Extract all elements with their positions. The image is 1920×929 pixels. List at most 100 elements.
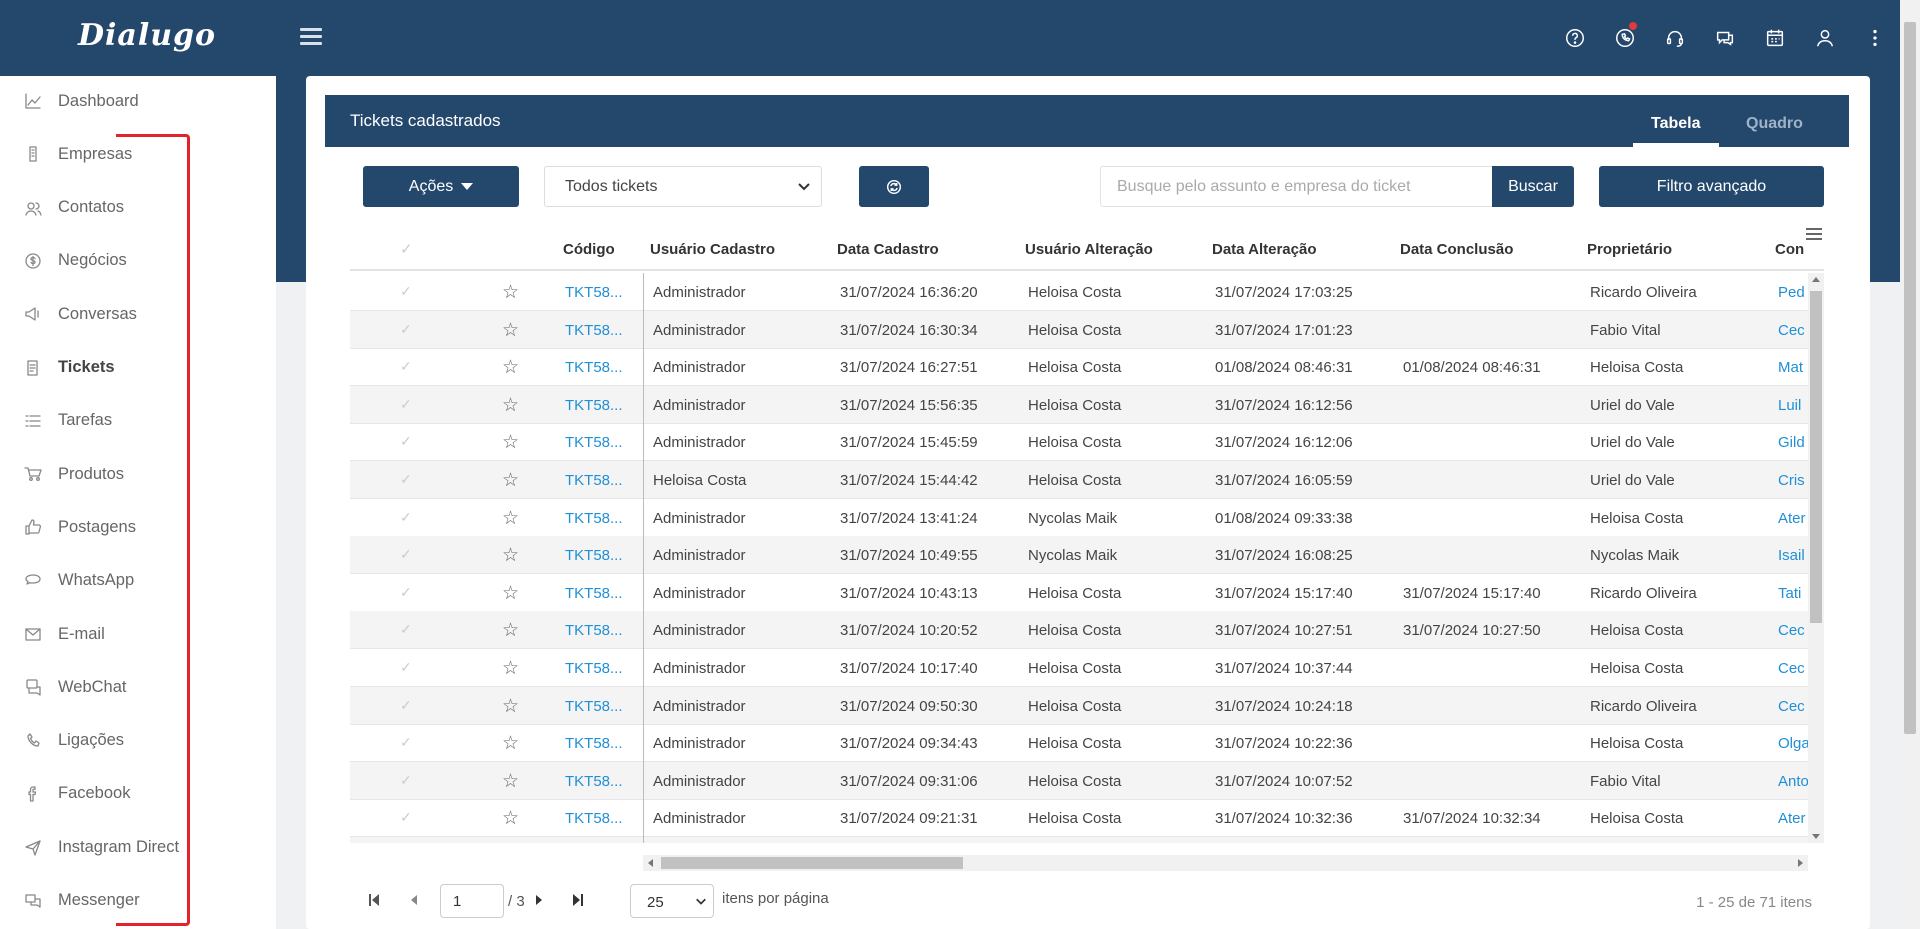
row-checkbox[interactable]: ✓ xyxy=(400,396,412,413)
cell-codigo[interactable]: TKT58... xyxy=(565,284,623,301)
row-checkbox[interactable]: ✓ xyxy=(400,546,412,563)
row-checkbox[interactable]: ✓ xyxy=(400,433,412,450)
tab-tabela[interactable]: Tabela xyxy=(1651,115,1701,133)
cell-contato[interactable]: Mat xyxy=(1778,359,1803,376)
last-page-icon[interactable] xyxy=(572,893,584,911)
table-row[interactable]: ✓ ☆ TKT58... Administrador 31/07/2024 13:41:… xyxy=(350,499,1824,537)
cell-codigo[interactable]: TKT58... xyxy=(565,735,623,752)
table-row[interactable]: ✓☆TKT58...Administrador31/07/2024 09:19:… xyxy=(350,837,1824,843)
more-icon[interactable] xyxy=(1850,0,1900,76)
table-row[interactable]: ✓ ☆ TKT58... Administrador 31/07/2024 10:17:… xyxy=(350,649,1824,687)
cell-codigo[interactable]: TKT58... xyxy=(565,773,623,790)
col-codigo[interactable]: Código xyxy=(563,241,615,258)
page-scrollbar[interactable] xyxy=(1900,0,1920,929)
advanced-filter-button[interactable]: Filtro avançado xyxy=(1599,166,1824,207)
cell-codigo[interactable]: TKT58... xyxy=(565,547,623,564)
cell-codigo[interactable]: TKT58... xyxy=(565,660,623,677)
table-row[interactable]: ✓ ☆ TKT58... Administrador 31/07/2024 10:43:… xyxy=(350,574,1824,612)
star-icon[interactable]: ☆ xyxy=(502,619,519,642)
row-checkbox[interactable]: ✓ xyxy=(400,321,412,338)
cell-codigo[interactable]: TKT58... xyxy=(565,510,623,527)
star-icon[interactable]: ☆ xyxy=(502,281,519,304)
row-checkbox[interactable]: ✓ xyxy=(400,509,412,526)
table-row[interactable]: ✓ ☆ TKT58... Administrador 31/07/2024 16:36:… xyxy=(350,273,1824,311)
col-data-conclusao[interactable]: Data Conclusão xyxy=(1400,241,1513,258)
star-icon[interactable]: ☆ xyxy=(502,657,519,680)
page-size-select[interactable]: 25 xyxy=(630,884,714,918)
cell-codigo[interactable]: TKT58... xyxy=(565,698,623,715)
table-row[interactable]: ✓ ☆ TKT58... Administrador 31/07/2024 16:30:… xyxy=(350,310,1824,349)
table-row[interactable]: ✓ ☆ TKT58... Administrador 31/07/2024 09:21:… xyxy=(350,799,1824,838)
cell-contato[interactable]: Gild xyxy=(1778,434,1805,451)
table-row[interactable]: ✓ ☆ TKT58... Administrador 31/07/2024 09:31:… xyxy=(350,761,1824,800)
cell-codigo[interactable]: TKT58... xyxy=(565,397,623,414)
cell-contato[interactable]: Luil xyxy=(1778,397,1801,414)
grid-vertical-scrollbar[interactable] xyxy=(1808,273,1824,843)
search-button[interactable]: Buscar xyxy=(1492,166,1574,207)
row-checkbox[interactable]: ✓ xyxy=(400,772,412,789)
cell-codigo[interactable]: TKT58... xyxy=(565,359,623,376)
row-checkbox[interactable]: ✓ xyxy=(400,584,412,601)
star-icon[interactable]: ☆ xyxy=(502,394,519,417)
col-usuario-cadastro[interactable]: Usuário Cadastro xyxy=(650,241,775,258)
grid-horizontal-scrollbar[interactable] xyxy=(643,855,1808,871)
phone-icon[interactable] xyxy=(1600,0,1650,76)
star-icon[interactable]: ☆ xyxy=(502,695,519,718)
star-icon[interactable]: ☆ xyxy=(502,770,519,793)
refresh-button[interactable] xyxy=(859,166,929,207)
cell-contato[interactable]: Tati xyxy=(1778,585,1801,602)
table-row[interactable]: ✓ ☆ TKT58... Administrador 31/07/2024 15:45:… xyxy=(350,423,1824,462)
cell-contato[interactable]: Cris xyxy=(1778,472,1805,489)
cell-codigo[interactable]: TKT58... xyxy=(565,434,623,451)
cell-contato[interactable]: Isail xyxy=(1778,547,1805,564)
cell-codigo[interactable]: TKT58... xyxy=(565,322,623,339)
sidebar-item-dashboard[interactable]: Dashboard xyxy=(0,79,276,123)
cell-codigo[interactable]: TKT58... xyxy=(565,472,623,489)
cell-contato[interactable]: Ater xyxy=(1778,510,1806,527)
row-checkbox[interactable]: ✓ xyxy=(400,471,412,488)
star-icon[interactable]: ☆ xyxy=(502,507,519,530)
column-menu-icon[interactable] xyxy=(1806,228,1822,242)
cell-codigo[interactable]: TKT58... xyxy=(565,810,623,827)
table-row[interactable]: ✓ ☆ TKT58... Administrador 31/07/2024 09:34:… xyxy=(350,724,1824,763)
cell-contato[interactable]: Cec xyxy=(1778,660,1805,677)
row-checkbox[interactable]: ✓ xyxy=(400,283,412,300)
col-usuario-alteracao[interactable]: Usuário Alteração xyxy=(1025,241,1153,258)
acoes-button[interactable]: Ações xyxy=(363,166,519,207)
app-logo[interactable]: Dialugo xyxy=(78,18,216,53)
prev-page-icon[interactable] xyxy=(408,893,418,911)
cell-codigo[interactable]: TKT58... xyxy=(565,622,623,639)
col-data-alteracao[interactable]: Data Alteração xyxy=(1212,241,1317,258)
col-contato[interactable]: Con xyxy=(1775,241,1804,258)
cell-contato[interactable]: Cec xyxy=(1778,622,1805,639)
page-input[interactable]: 1 xyxy=(440,884,504,918)
star-icon[interactable]: ☆ xyxy=(502,807,519,830)
cell-codigo[interactable]: TKT58... xyxy=(565,585,623,602)
row-checkbox[interactable]: ✓ xyxy=(400,734,412,751)
row-checkbox[interactable]: ✓ xyxy=(400,809,412,826)
table-row[interactable]: ✓ ☆ TKT58... Administrador 31/07/2024 15:56:… xyxy=(350,385,1824,424)
star-icon[interactable]: ☆ xyxy=(502,319,519,342)
star-icon[interactable]: ☆ xyxy=(502,431,519,454)
star-icon[interactable]: ☆ xyxy=(502,544,519,567)
star-icon[interactable]: ☆ xyxy=(502,469,519,492)
cell-contato[interactable]: Cec xyxy=(1778,322,1805,339)
table-row[interactable]: ✓ ☆ TKT58... Administrador 31/07/2024 10:49:… xyxy=(350,536,1824,575)
menu-toggle-icon[interactable] xyxy=(300,28,322,48)
star-icon[interactable]: ☆ xyxy=(502,582,519,605)
first-page-icon[interactable] xyxy=(368,893,380,911)
search-input[interactable] xyxy=(1100,166,1493,207)
table-row[interactable]: ✓ ☆ TKT58... Administrador 31/07/2024 10:20:… xyxy=(350,611,1824,650)
table-row[interactable]: ✓ ☆ TKT58... Administrador 31/07/2024 16:27:… xyxy=(350,348,1824,387)
star-icon[interactable]: ☆ xyxy=(502,732,519,755)
row-checkbox[interactable]: ✓ xyxy=(400,358,412,375)
table-row[interactable]: ✓ ☆ TKT58... Heloisa Costa 31/07/2024 15:44:… xyxy=(350,461,1824,499)
cell-contato[interactable]: Olga xyxy=(1778,735,1810,752)
star-icon[interactable]: ☆ xyxy=(502,356,519,379)
next-page-icon[interactable] xyxy=(535,893,545,911)
row-checkbox[interactable]: ✓ xyxy=(400,621,412,638)
calendar-icon[interactable] xyxy=(1750,0,1800,76)
user-icon[interactable] xyxy=(1800,0,1850,76)
col-proprietario[interactable]: Proprietário xyxy=(1587,241,1672,258)
table-row[interactable]: ✓ ☆ TKT58... Administrador 31/07/2024 09:50:… xyxy=(350,686,1824,725)
